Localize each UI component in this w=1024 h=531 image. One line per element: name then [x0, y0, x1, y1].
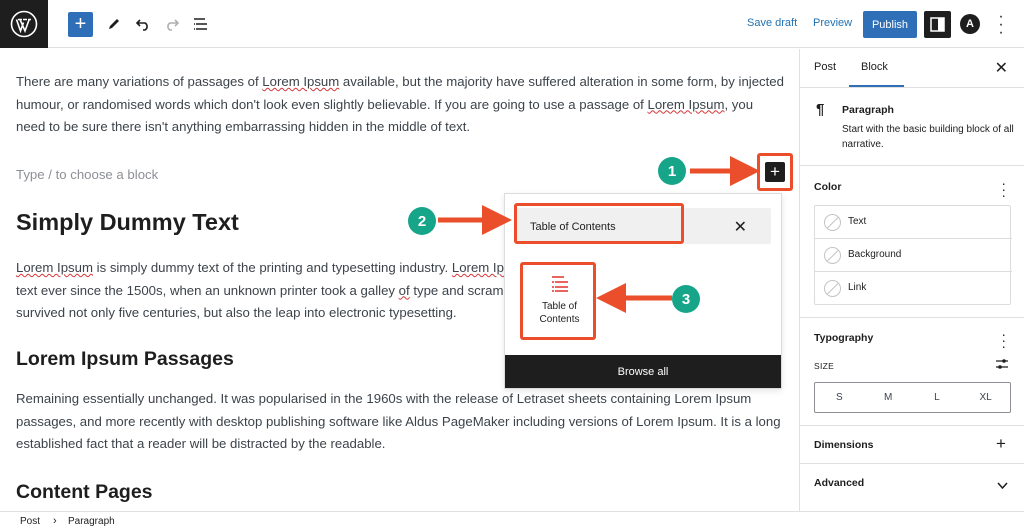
breadcrumb-item-post[interactable]: Post [20, 516, 40, 527]
block-card-title: Paragraph [842, 104, 894, 116]
empty-color-swatch-icon [824, 280, 841, 297]
dimensions-panel-title[interactable]: Dimensions [814, 439, 874, 451]
paragraph-block-icon: ¶ [816, 101, 825, 118]
typography-panel-title: Typography [814, 332, 874, 344]
redo-icon[interactable] [160, 12, 184, 36]
publish-button[interactable]: Publish [863, 11, 917, 38]
font-size-option-m[interactable]: M [864, 383, 913, 412]
custom-size-toggle-icon[interactable] [995, 357, 1009, 376]
empty-color-swatch-icon [824, 214, 841, 231]
font-size-picker: S M L XL [814, 382, 1011, 413]
editor-canvas: There are many variations of passages of… [0, 49, 798, 511]
annotation-arrows [438, 156, 760, 313]
divider [800, 425, 1024, 426]
color-item-label: Text [848, 216, 867, 227]
wordpress-logo-icon[interactable] [0, 0, 48, 48]
close-sidebar-icon[interactable]: ✕ [995, 58, 1008, 78]
block-card-description: Start with the basic building block of a… [842, 124, 1014, 150]
settings-sidebar-toggle-icon[interactable] [924, 11, 951, 38]
step-badge-2: 2 [408, 207, 436, 235]
astra-settings-icon[interactable]: A [960, 14, 980, 34]
empty-color-swatch-icon [824, 247, 841, 264]
font-size-option-xl[interactable]: XL [961, 383, 1010, 412]
tab-post[interactable]: Post [814, 61, 836, 73]
save-draft-button[interactable]: Save draft [747, 17, 797, 29]
advanced-panel-title[interactable]: Advanced [814, 477, 864, 489]
color-item-label: Link [848, 282, 867, 293]
plus-icon[interactable]: + [996, 434, 1006, 454]
breadcrumb: Post › Paragraph [0, 511, 1024, 531]
font-size-label: SIZE [814, 361, 835, 371]
color-item-background[interactable]: Background [815, 239, 1012, 272]
document-overview-icon[interactable] [189, 12, 213, 36]
color-item-text[interactable]: Text [815, 206, 1012, 239]
divider [800, 165, 1024, 166]
divider [800, 317, 1024, 318]
preview-button[interactable]: Preview [813, 17, 852, 29]
step-badge-3: 3 [672, 285, 700, 313]
chevron-right-icon: › [53, 515, 57, 527]
step-badge-1: 1 [658, 157, 686, 185]
more-options-icon[interactable]: · · · [995, 9, 1007, 41]
divider [800, 463, 1024, 464]
breadcrumb-item-paragraph[interactable]: Paragraph [68, 516, 115, 527]
undo-icon[interactable] [131, 12, 155, 36]
font-size-option-l[interactable]: L [913, 383, 962, 412]
color-item-link[interactable]: Link [815, 272, 1012, 305]
color-panel-title: Color [814, 181, 842, 193]
editor-header: + Save draft Preview Publish A · · · [0, 0, 1024, 48]
font-size-option-s[interactable]: S [815, 383, 864, 412]
typography-options-icon[interactable]: · · · [1001, 327, 1006, 353]
tab-block[interactable]: Block [861, 61, 888, 73]
pencil-tools-icon[interactable] [102, 12, 126, 36]
color-options-icon[interactable]: · · · [1001, 176, 1006, 202]
color-settings-list: Text Background Link [814, 205, 1012, 305]
block-inserter-toggle-button[interactable]: + [68, 12, 93, 37]
divider [800, 87, 1024, 88]
color-item-label: Background [848, 249, 902, 260]
settings-sidebar: Post Block ✕ ¶ Paragraph Start with the … [799, 49, 1024, 511]
chevron-down-icon[interactable] [997, 477, 1008, 495]
